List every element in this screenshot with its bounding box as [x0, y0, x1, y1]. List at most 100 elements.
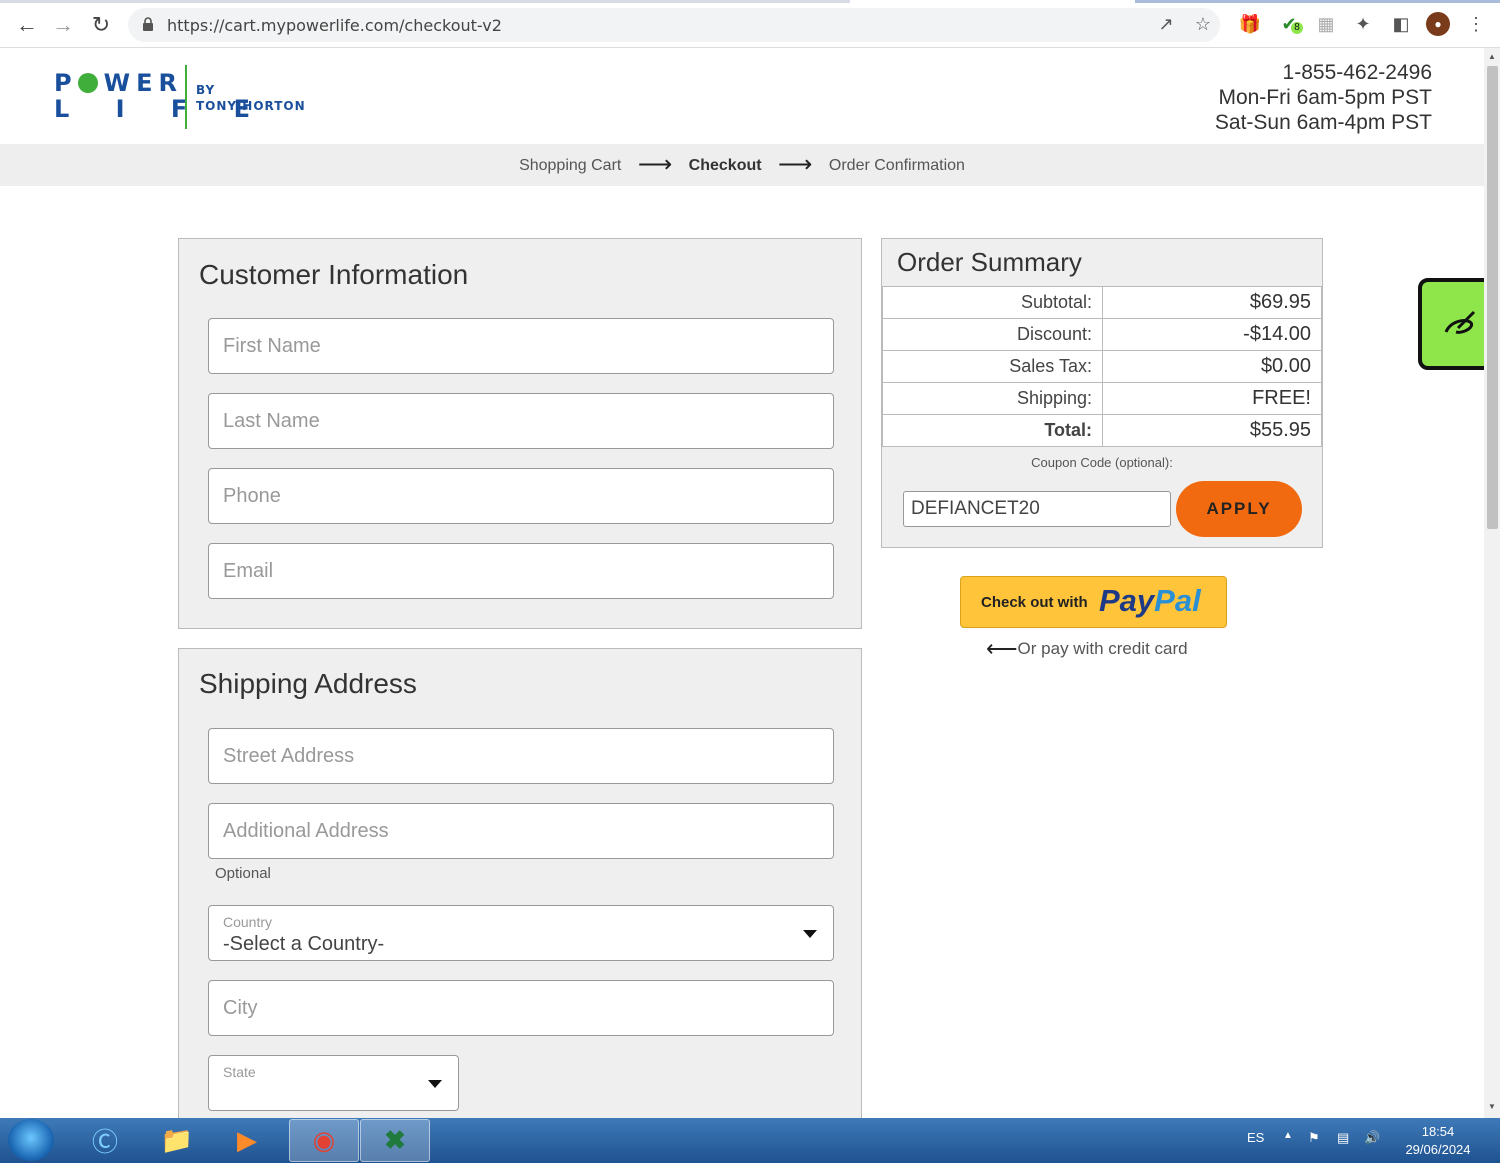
arrow-right-icon: ⟶ — [637, 151, 673, 178]
clock-date: 29/06/2024 — [1405, 1142, 1471, 1157]
chevron-down-icon — [803, 930, 817, 938]
discount-label: Discount: — [882, 318, 1103, 351]
coupon-code-input[interactable]: DEFIANCET20 — [903, 491, 1171, 527]
logo-divider — [185, 65, 187, 129]
back-icon[interactable]: ← — [14, 12, 40, 38]
side-panel-icon[interactable]: ◧ — [1389, 12, 1413, 36]
total-label: Total: — [882, 414, 1103, 447]
subtotal-value: $69.95 — [1102, 286, 1322, 319]
vertical-scrollbar[interactable]: ▲ ▼ — [1484, 48, 1500, 1118]
extension-gift-icon[interactable]: 🎁 — [1238, 12, 1262, 36]
taskbar-clock[interactable]: 18:54 29/06/2024 — [1398, 1123, 1478, 1159]
scroll-down-icon[interactable]: ▼ — [1488, 1102, 1496, 1111]
street-address-placeholder: Street Address — [223, 745, 355, 767]
shipping-label: Shipping: — [882, 382, 1103, 415]
extension-translate-icon[interactable]: ▦ — [1314, 12, 1338, 36]
last-name-placeholder: Last Name — [223, 410, 320, 432]
hours-weekend: Sat-Sun 6am-4pm PST — [1214, 111, 1432, 134]
order-summary-panel: Order Summary Subtotal: $69.95 Discount: -… — [881, 238, 1323, 548]
logo-dot — [77, 73, 98, 93]
total-value: $55.95 — [1102, 414, 1322, 447]
tray-expand-icon[interactable]: ▲ — [1283, 1130, 1293, 1141]
step-order-confirmation: Order Confirmation — [828, 157, 965, 174]
contact-info: 1-855-462-2496 Mon-Fri 6am-5pm PST Sat-S… — [1215, 60, 1432, 135]
network-icon[interactable]: ▤ — [1337, 1130, 1349, 1146]
state-select[interactable]: State — [208, 1055, 459, 1111]
menu-kebab-icon[interactable]: ⋮ — [1464, 12, 1488, 36]
country-label: Country — [223, 914, 273, 930]
sales-tax-value: $0.00 — [1102, 350, 1322, 383]
summary-row-sales-tax: Sales Tax: $0.00 — [882, 350, 1322, 383]
pay-with-credit-card-text: Or pay with credit card — [1017, 639, 1188, 658]
subtotal-label: Subtotal: — [882, 286, 1103, 319]
additional-address-field[interactable]: Additional Address — [208, 803, 834, 859]
country-select[interactable]: Country -Select a Country- — [208, 905, 834, 961]
file-explorer-icon[interactable]: 📁 — [142, 1119, 212, 1162]
profile-avatar[interactable]: ● — [1426, 12, 1450, 36]
hours-weekday: Mon-Fri 6am-5pm PST — [1218, 86, 1432, 109]
language-indicator[interactable]: ES — [1247, 1130, 1264, 1145]
first-name-field[interactable]: First Name — [208, 318, 834, 374]
summary-row-subtotal: Subtotal: $69.95 — [882, 286, 1322, 319]
order-summary-table: Subtotal: $69.95 Discount: -$14.00 Sales T… — [882, 286, 1322, 447]
arrow-left-icon: ⟵ — [986, 636, 1018, 661]
email-field[interactable]: Email — [208, 543, 834, 599]
shipping-value: FREE! — [1102, 382, 1322, 415]
contact-phone[interactable]: 1-855-462-2496 — [1215, 60, 1432, 85]
arrow-right-icon: ⟶ — [778, 151, 813, 178]
extension-check-icon[interactable]: ✔ 8 — [1277, 12, 1303, 36]
start-button[interactable] — [8, 1119, 54, 1161]
checkout-page: P WER L I F E BY TONY HORTON 1-855-462-249… — [0, 48, 1484, 1118]
paypal-logo: PayPal — [1099, 583, 1201, 618]
bookmark-star-icon[interactable]: ☆ — [1191, 12, 1215, 36]
lock-icon — [143, 17, 153, 31]
powerlife-logo[interactable]: P WER L I F E BY TONY HORTON — [54, 65, 305, 129]
checkout-steps: Shopping Cart ⟶ Checkout ⟶ Order Confirm… — [0, 144, 1484, 186]
phone-placeholder: Phone — [223, 485, 281, 507]
street-address-field[interactable]: Street Address — [208, 728, 834, 784]
city-placeholder: City — [223, 997, 258, 1019]
browser-toolbar: ← → ↻ https://cart.mypowerlife.com/check… — [0, 0, 1500, 48]
address-bar[interactable]: https://cart.mypowerlife.com/checkout-v2… — [128, 8, 1220, 42]
phone-field[interactable]: Phone — [208, 468, 834, 524]
chat-widget[interactable] — [1418, 278, 1484, 370]
first-name-placeholder: First Name — [223, 335, 321, 357]
pencil-note-icon — [1444, 310, 1476, 334]
volume-icon[interactable]: 🔊 — [1364, 1130, 1380, 1146]
chrome-taskbar-icon[interactable]: ◉ — [289, 1119, 359, 1162]
reload-icon[interactable]: ↻ — [88, 12, 114, 38]
excel-taskbar-icon[interactable]: ✖ — [360, 1119, 430, 1162]
city-field[interactable]: City — [208, 980, 834, 1036]
state-label: State — [223, 1064, 256, 1080]
order-summary-title: Order Summary — [897, 247, 1082, 277]
media-player-icon[interactable]: ▶ — [212, 1119, 282, 1162]
internet-explorer-icon[interactable]: Ⓒ — [70, 1119, 140, 1162]
extensions-puzzle-icon[interactable]: ✦ — [1351, 12, 1375, 36]
action-center-flag-icon[interactable]: ⚑ — [1308, 1130, 1320, 1146]
tab-strip-edge — [0, 0, 850, 3]
pay-with-credit-card-hint: ⟵Or pay with credit card — [986, 636, 1188, 662]
windows-taskbar: Ⓒ 📁 ▶ ◉ ✖ ES ▲ ⚑ ▤ 🔊 18:54 29/06/2024 — [0, 1118, 1500, 1163]
scrollbar-thumb[interactable] — [1487, 66, 1498, 529]
logo-by: BY TONY HORTON — [196, 83, 306, 113]
tab-strip-edge-right — [1135, 0, 1500, 3]
discount-value: -$14.00 — [1102, 318, 1322, 351]
paypal-checkout-text: Check out with — [981, 594, 1088, 611]
forward-icon[interactable]: → — [50, 12, 76, 38]
paypal-checkout-button[interactable]: Check out with PayPal — [960, 576, 1227, 628]
summary-row-shipping: Shipping: FREE! — [882, 382, 1322, 415]
step-shopping-cart[interactable]: Shopping Cart — [519, 157, 621, 174]
optional-note: Optional — [215, 865, 271, 882]
summary-row-discount: Discount: -$14.00 — [882, 318, 1322, 351]
url-text[interactable]: https://cart.mypowerlife.com/checkout-v2 — [167, 16, 502, 35]
step-checkout: Checkout — [688, 157, 762, 174]
extension-badge: 8 — [1291, 22, 1303, 34]
last-name-field[interactable]: Last Name — [208, 393, 834, 449]
additional-address-placeholder: Additional Address — [223, 820, 389, 842]
apply-coupon-button[interactable]: APPLY — [1176, 481, 1302, 537]
sales-tax-label: Sales Tax: — [882, 350, 1103, 383]
scroll-up-icon[interactable]: ▲ — [1488, 52, 1496, 61]
clock-time: 18:54 — [1421, 1124, 1455, 1139]
share-icon[interactable]: ↗ — [1154, 12, 1178, 36]
shipping-address-title: Shipping Address — [199, 668, 417, 699]
